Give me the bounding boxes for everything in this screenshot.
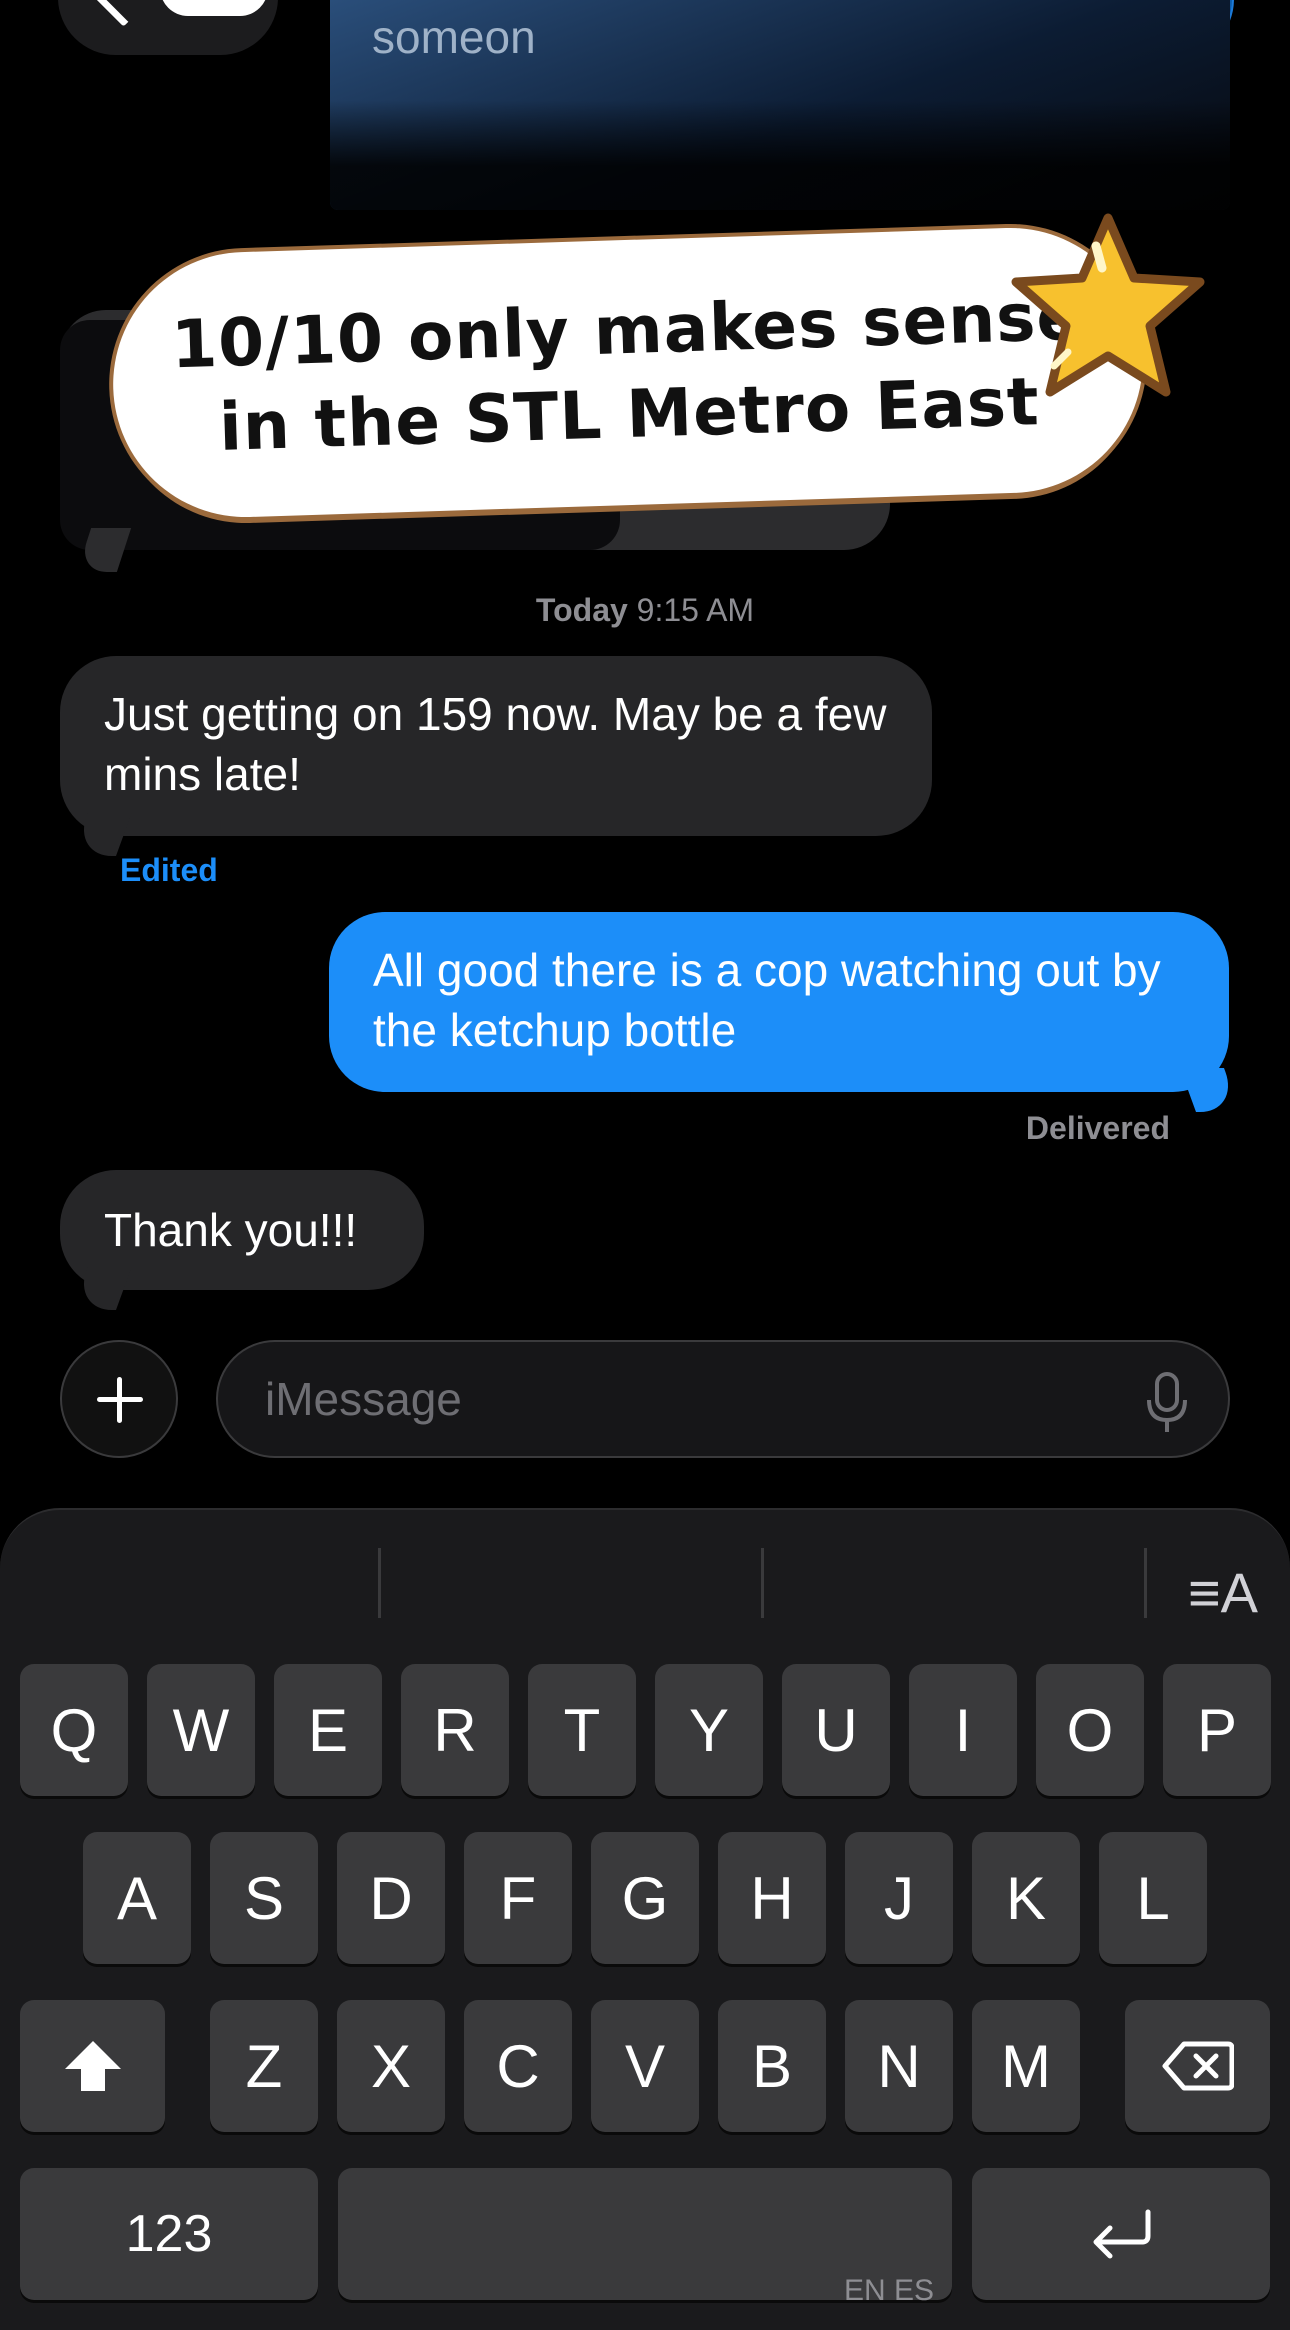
shift-key[interactable]	[20, 2000, 165, 2132]
key-z[interactable]: Z	[210, 2000, 318, 2132]
screenshot-partial-text: someon	[372, 11, 536, 63]
prediction-divider	[378, 1548, 381, 1618]
timestamp-day: Today	[535, 592, 628, 628]
return-key[interactable]	[972, 2168, 1270, 2300]
key-o[interactable]: O	[1036, 1664, 1144, 1796]
key-f[interactable]: F	[464, 1832, 572, 1964]
prediction-divider	[761, 1548, 764, 1618]
received-message-bubble[interactable]: Just getting on 159 now. May be a few mi…	[60, 656, 932, 836]
key-s[interactable]: S	[210, 1832, 318, 1964]
bubble-tail	[1179, 1068, 1241, 1112]
microphone-icon[interactable]	[1146, 1372, 1188, 1434]
delivery-status: Delivered	[1025, 1110, 1170, 1146]
key-h[interactable]: H	[718, 1832, 826, 1964]
key-m[interactable]: M	[972, 2000, 1080, 2132]
text-effects-button[interactable]: ≡A	[1188, 1560, 1258, 1625]
key-n[interactable]: N	[845, 2000, 953, 2132]
shift-icon	[64, 2041, 121, 2091]
plus-icon	[117, 1377, 122, 1423]
delete-icon	[1162, 2041, 1234, 2091]
delete-key[interactable]	[1125, 2000, 1270, 2132]
timestamp-time: 9:15 AM	[636, 592, 755, 628]
numbers-key[interactable]: 123	[20, 2168, 318, 2300]
key-y[interactable]: Y	[655, 1664, 763, 1796]
key-v[interactable]: V	[591, 2000, 699, 2132]
key-a[interactable]: A	[83, 1832, 191, 1964]
key-q[interactable]: Q	[20, 1664, 128, 1796]
sent-message-bubble[interactable]: All good there is a cop watching out by …	[329, 912, 1229, 1092]
key-g[interactable]: G	[591, 1832, 699, 1964]
key-e[interactable]: E	[274, 1664, 382, 1796]
key-r[interactable]: R	[401, 1664, 509, 1796]
key-c[interactable]: C	[464, 2000, 572, 2132]
key-b[interactable]: B	[718, 2000, 826, 2132]
message-timestamp: Today 9:15 AM	[0, 592, 1290, 629]
prediction-divider	[1144, 1548, 1147, 1618]
key-p[interactable]: P	[1163, 1664, 1271, 1796]
key-k[interactable]: K	[972, 1832, 1080, 1964]
key-j[interactable]: J	[845, 1832, 953, 1964]
return-icon	[1093, 2209, 1151, 2259]
edited-label[interactable]: Edited	[120, 852, 218, 889]
key-i[interactable]: I	[909, 1664, 1017, 1796]
key-u[interactable]: U	[782, 1664, 890, 1796]
screenshot-preview[interactable]: someon	[330, 0, 1230, 210]
space-key[interactable]: EN ES	[338, 2168, 952, 2307]
key-x[interactable]: X	[337, 2000, 445, 2132]
text-sticker[interactable]: 10/10 only makes sense in the STL Metro …	[109, 223, 1147, 522]
message-input-placeholder: iMessage	[265, 1373, 462, 1425]
key-d[interactable]: D	[337, 1832, 445, 1964]
key-l[interactable]: L	[1099, 1832, 1207, 1964]
key-w[interactable]: W	[147, 1664, 255, 1796]
star-icon	[1011, 213, 1205, 397]
key-t[interactable]: T	[528, 1664, 636, 1796]
language-indicator: EN ES	[843, 2274, 934, 2307]
